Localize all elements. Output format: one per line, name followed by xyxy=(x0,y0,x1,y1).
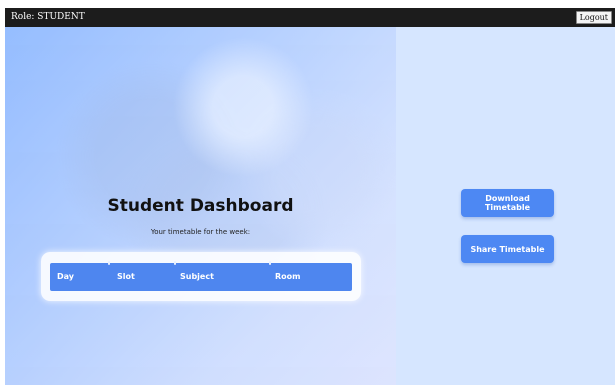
column-header-subject: Subject xyxy=(180,272,214,281)
main-panel: Student Dashboard Your timetable for the… xyxy=(5,27,396,385)
actions-panel: Download Timetable Share Timetable xyxy=(396,27,615,385)
column-divider xyxy=(174,261,176,265)
column-divider xyxy=(108,261,110,265)
column-header-room: Room xyxy=(275,272,301,281)
role-label: Role: STUDENT xyxy=(11,12,85,22)
dashboard-subtitle: Your timetable for the week: xyxy=(150,228,251,236)
logout-button[interactable]: Logout xyxy=(575,11,612,24)
column-header-day: Day xyxy=(57,272,75,281)
column-divider xyxy=(269,261,271,265)
dashboard-title: Student Dashboard xyxy=(107,196,294,216)
share-timetable-button[interactable]: Share Timetable xyxy=(461,235,554,263)
download-timetable-button[interactable]: Download Timetable xyxy=(461,189,554,217)
top-bar: Role: STUDENT Logout xyxy=(5,8,615,27)
timetable-card: Day Slot Subject Room xyxy=(41,252,361,301)
timetable-header-row: Day Slot Subject Room xyxy=(50,261,352,291)
column-header-slot: Slot xyxy=(117,272,135,281)
